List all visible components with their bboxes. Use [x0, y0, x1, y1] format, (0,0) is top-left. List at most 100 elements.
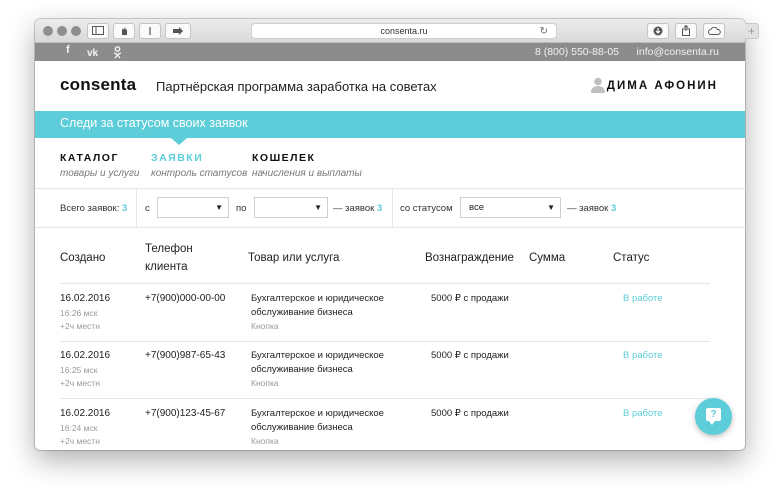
status-filter-label: со статусом [400, 203, 453, 214]
column-product: Товар или услуга [248, 252, 340, 264]
row-status[interactable]: В работе [623, 292, 663, 306]
reload-icon[interactable]: ↻ [540, 24, 548, 39]
date-to-label: по [236, 203, 247, 214]
share-arrow-button[interactable] [165, 23, 191, 39]
row-time: 16:24 мск [60, 423, 98, 433]
total-count: 3 [122, 203, 128, 214]
consenta-logo[interactable]: consenta [60, 75, 136, 95]
zoom-window-button[interactable] [71, 26, 81, 36]
row-divider [60, 398, 710, 399]
address-url: consenta.ru [380, 26, 428, 36]
status-banner: Следи за статусом своих заявок [35, 111, 745, 138]
browser-window: consenta.ru ↻ f vk 8 (800) 550-88-05 inf… [35, 19, 745, 450]
chevron-down-icon: ▼ [215, 203, 223, 212]
tabs-divider [35, 188, 745, 189]
status-count-value: 3 [610, 203, 617, 214]
chat-help-button[interactable]: ? [695, 398, 732, 435]
reader-button[interactable] [139, 23, 161, 39]
column-status: Статус [613, 252, 650, 264]
column-phone: Телефон клиента [145, 243, 193, 273]
row-date: 16.02.2016 [60, 408, 111, 419]
status-select-value: все [469, 202, 484, 213]
status-count-label: — заявок [567, 203, 609, 214]
row-date: 16.02.2016 [60, 293, 111, 304]
svg-text:vk: vk [87, 48, 99, 57]
status-filter-count: — заявок 3 [567, 203, 616, 214]
hand-icon [121, 27, 127, 35]
chevron-down-icon: ▼ [547, 203, 555, 212]
tab-wallet-subtitle: начисления и выплаты [252, 168, 362, 179]
site-header: consenta Партнёрская программа заработка… [35, 61, 745, 111]
tab-wallet-title: КОШЕЛЕК [252, 152, 316, 164]
banner-pointer [171, 138, 187, 145]
row-time: 16:25 мск [60, 365, 98, 375]
minimize-window-button[interactable] [57, 26, 67, 36]
row-date: 16.02.2016 [60, 350, 111, 361]
date-from-select[interactable]: ▼ [157, 197, 229, 218]
extension-button[interactable] [113, 23, 135, 39]
contact-bar: f vk 8 (800) 550-88-05 info@consenta.ru [35, 43, 745, 61]
date-from-label: с [145, 203, 150, 214]
row-status[interactable]: В работе [623, 407, 663, 421]
sidebar-icon [92, 26, 104, 35]
filter-separator [392, 189, 393, 227]
user-icon [591, 77, 605, 93]
total-requests: Всего заявок: 3 [60, 203, 127, 214]
chevron-down-icon: ▼ [314, 203, 322, 212]
facebook-icon[interactable]: f [66, 44, 70, 56]
address-bar[interactable]: consenta.ru ↻ [251, 23, 557, 39]
date-filter-count: — заявок 3 [333, 203, 382, 214]
download-icon [653, 26, 663, 36]
row-product-sub: Кнопка [251, 321, 279, 331]
arrow-icon [173, 27, 183, 35]
header-tagline: Партнёрская программа заработка на совет… [156, 79, 437, 94]
row-status[interactable]: В работе [623, 349, 663, 363]
close-window-button[interactable] [43, 26, 53, 36]
cursor-icon [149, 27, 151, 35]
sidebar-toggle-button[interactable] [87, 23, 109, 39]
row-product: Бухгалтерское и юридическое обслуживание… [251, 350, 384, 375]
row-product-sub: Кнопка [251, 378, 279, 388]
row-local-time: +2ч местн [60, 436, 100, 446]
row-reward: 5000 ₽ с продажи [431, 408, 509, 419]
tab-wallet[interactable]: КОШЕЛЕК начисления и выплаты [252, 152, 362, 179]
column-reward: Вознаграждение [425, 252, 514, 264]
share-button[interactable] [675, 23, 697, 39]
column-sum: Сумма [529, 252, 566, 264]
row-phone: +7(900)987-65-43 [145, 350, 226, 361]
row-phone: +7(900)000-00-00 [145, 293, 226, 304]
tab-requests-title: ЗАЯВКИ [151, 152, 204, 164]
banner-text: Следи за статусом своих заявок [60, 116, 248, 130]
tab-catalog[interactable]: КАТАЛОГ товары и услуги [60, 152, 139, 179]
vk-icon[interactable]: vk [87, 48, 101, 57]
browser-toolbar: consenta.ru ↻ [35, 19, 745, 43]
user-name[interactable]: ДИМА АФОНИН [607, 80, 718, 92]
tab-requests[interactable]: ЗАЯВКИ контроль статусов [151, 152, 247, 179]
chat-bubble-tail [709, 421, 715, 425]
icloud-tabs-button[interactable] [703, 23, 725, 39]
row-reward: 5000 ₽ с продажи [431, 350, 509, 361]
filter-separator [136, 189, 137, 227]
phone-number[interactable]: 8 (800) 550-88-05 [535, 46, 619, 58]
downloads-button[interactable] [647, 23, 669, 39]
share-icon [682, 24, 690, 36]
tab-catalog-title: КАТАЛОГ [60, 152, 119, 164]
tab-catalog-subtitle: товары и услуги [60, 168, 140, 179]
filter-divider [35, 227, 745, 228]
header-divider [60, 283, 710, 284]
date-count-value: 3 [376, 203, 383, 214]
odnoklassniki-icon[interactable] [113, 46, 122, 59]
plus-icon: + [747, 24, 755, 38]
new-tab-button[interactable]: + [745, 23, 759, 39]
total-label: Всего заявок: [60, 203, 120, 214]
row-local-time: +2ч местн [60, 378, 100, 388]
row-time: 16:26 мск [60, 308, 98, 318]
email-link[interactable]: info@consenta.ru [637, 46, 719, 58]
tab-requests-subtitle: контроль статусов [151, 168, 248, 179]
date-to-select[interactable]: ▼ [254, 197, 328, 218]
row-phone: +7(900)123-45-67 [145, 408, 226, 419]
chat-question-icon: ? [706, 408, 721, 421]
row-product: Бухгалтерское и юридическое обслуживание… [251, 293, 384, 318]
column-created: Создано [60, 252, 106, 264]
status-select[interactable]: все ▼ [460, 197, 561, 218]
